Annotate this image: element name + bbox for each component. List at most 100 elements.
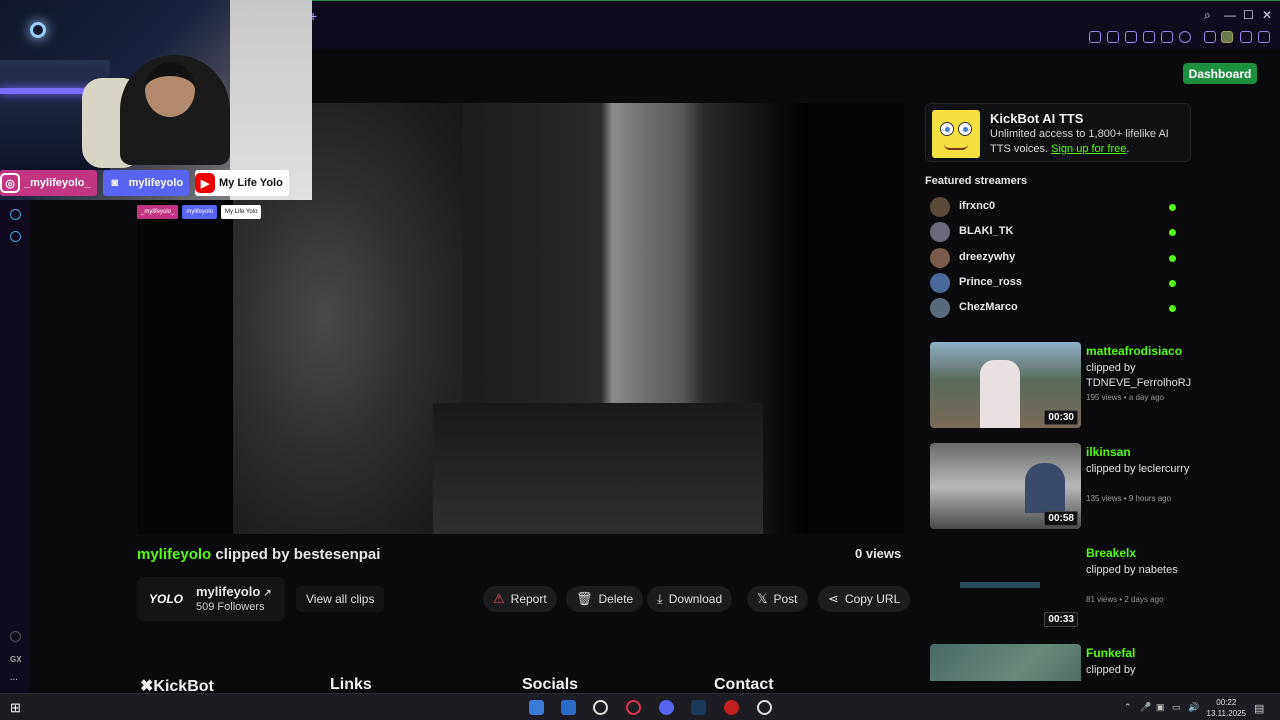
view-all-clips-button[interactable]: View all clips bbox=[296, 586, 385, 612]
extension-icon[interactable] bbox=[1143, 31, 1155, 43]
clip-thumbnail[interactable]: 00:33 bbox=[930, 544, 1081, 630]
ad-image-eye-left bbox=[940, 122, 954, 136]
clip-channel[interactable]: ilkinsan bbox=[1086, 445, 1131, 459]
post-button[interactable]: 𝕏 Post bbox=[747, 586, 808, 612]
recording-app-icon[interactable] bbox=[724, 700, 739, 715]
ad-image-mouth bbox=[944, 144, 968, 150]
video-floor bbox=[433, 403, 763, 534]
obs-icon[interactable] bbox=[757, 700, 772, 715]
youtube-channel: My Life Yolo bbox=[219, 177, 283, 189]
webcam-lamp bbox=[30, 22, 46, 38]
trash-icon: 🗑 bbox=[576, 591, 593, 606]
clip-card[interactable]: 00:58 ilkinsan clipped by leclercurry 13… bbox=[930, 443, 1190, 529]
clip-views: 0 views bbox=[855, 546, 902, 561]
download-icon[interactable] bbox=[1240, 31, 1252, 43]
featured-streamer-item[interactable]: Prince_ross bbox=[930, 273, 1176, 293]
channel-avatar: YOLO bbox=[149, 592, 184, 606]
delete-button[interactable]: 🗑 Delete bbox=[566, 586, 644, 612]
streamer-name: dreezywhy bbox=[959, 251, 1016, 263]
clip-meta: 81 views • 2 days ago bbox=[1086, 595, 1164, 604]
obs-icon[interactable] bbox=[593, 700, 608, 715]
featured-streamer-item[interactable]: dreezywhy bbox=[930, 248, 1176, 268]
network-icon[interactable]: ▭ bbox=[1172, 702, 1181, 713]
puzzle-icon[interactable] bbox=[1204, 31, 1216, 43]
instagram-icon: ◎ bbox=[0, 173, 20, 193]
clip-thumbnail[interactable]: 00:58 bbox=[930, 443, 1081, 529]
featured-streamer-item[interactable]: ChezMarco bbox=[930, 298, 1176, 318]
gx-label[interactable]: GX bbox=[10, 655, 22, 664]
camera-icon[interactable]: ▣ bbox=[1156, 702, 1165, 713]
thumbnail-chat-line bbox=[960, 582, 1040, 588]
avatar bbox=[930, 273, 950, 293]
copy-url-button[interactable]: ⋖ Copy URL bbox=[818, 586, 911, 612]
windows-start-icon[interactable]: ⊞ bbox=[10, 700, 21, 716]
discord-icon[interactable] bbox=[659, 700, 674, 715]
copy-url-label: Copy URL bbox=[844, 592, 901, 606]
settings-icon[interactable] bbox=[10, 231, 21, 242]
maximize-button[interactable]: ☐ bbox=[1243, 8, 1254, 22]
opera-gx-icon[interactable] bbox=[626, 700, 641, 715]
steam-icon[interactable] bbox=[691, 700, 706, 715]
clip-channel[interactable]: Funkefal bbox=[1086, 646, 1135, 660]
tts-ad-card[interactable]: KickBot AI TTS Unlimited access to 1,800… bbox=[925, 103, 1191, 162]
snapshot-icon[interactable] bbox=[1107, 31, 1119, 43]
clip-thumbnail[interactable] bbox=[930, 644, 1081, 681]
featured-streamer-item[interactable]: ifrxnc0 bbox=[930, 197, 1176, 217]
discord-icon: ◙ bbox=[104, 173, 125, 193]
volume-icon[interactable]: 🔊 bbox=[1188, 702, 1199, 713]
notification-icon[interactable]: ▤ bbox=[1254, 702, 1264, 715]
streamer-name: Prince_ross bbox=[959, 276, 1022, 288]
featured-streamer-item[interactable]: BLAKI_TK bbox=[930, 222, 1176, 242]
share-icon: ⋖ bbox=[828, 591, 839, 606]
ad-suffix: . bbox=[1126, 143, 1130, 155]
webcam-streamer-head bbox=[145, 62, 195, 117]
clip-thumbnail[interactable]: 00:30 bbox=[930, 342, 1081, 428]
stream-social-bar: ◎ _mylifeyolo_ ◙ mylifeyolo ▶ My Life Yo… bbox=[0, 170, 289, 196]
dashboard-button[interactable]: Dashboard bbox=[1183, 63, 1257, 84]
system-clock[interactable]: 00:22 13.11.2025 bbox=[1207, 697, 1246, 719]
clip-clipper: clipped by leclercurry bbox=[1086, 463, 1190, 475]
clip-channel[interactable]: Breakelx bbox=[1086, 546, 1136, 560]
signup-link[interactable]: Sign up for free bbox=[1051, 143, 1126, 155]
clip-clipper: clipped by TDNEVE_FerrolhoRJ bbox=[1086, 362, 1192, 389]
play-icon[interactable] bbox=[1161, 31, 1173, 43]
outlook-icon[interactable] bbox=[561, 700, 576, 715]
minimize-button[interactable]: — bbox=[1224, 8, 1236, 22]
avatar bbox=[930, 222, 950, 242]
shield-icon[interactable] bbox=[1125, 31, 1137, 43]
clip-channel-link[interactable]: mylifeyolo bbox=[137, 546, 211, 563]
clip-card[interactable]: 00:33 Breakelx clipped by nabetes 81 vie… bbox=[930, 544, 1190, 630]
live-indicator bbox=[1169, 280, 1176, 287]
menu-icon[interactable] bbox=[1258, 31, 1270, 43]
download-button[interactable]: ⤓ Download bbox=[647, 586, 733, 612]
report-button[interactable]: ⚠ Report bbox=[483, 586, 557, 612]
avatar bbox=[930, 197, 950, 217]
more-icon[interactable]: ··· bbox=[10, 675, 18, 684]
clock-date: 13.11.2025 bbox=[1206, 709, 1246, 718]
discord-tag: ◙ mylifeyolo bbox=[102, 170, 190, 196]
video-instagram-tag: _mylifeyolo_ bbox=[137, 205, 179, 219]
avatar bbox=[930, 298, 950, 318]
close-button[interactable]: ✕ bbox=[1262, 8, 1272, 22]
channel-name[interactable]: mylifeyolo ↗ bbox=[196, 584, 272, 599]
streamer-name: ifrxnc0 bbox=[959, 200, 996, 212]
clip-meta: 135 views • 9 hours ago bbox=[1086, 494, 1172, 503]
microphone-icon[interactable]: 🎤 bbox=[1140, 702, 1151, 713]
clip-meta: 195 views • a day ago bbox=[1086, 393, 1164, 402]
channel-name-text: mylifeyolo bbox=[196, 584, 261, 599]
video-frame bbox=[233, 103, 808, 534]
search-icon[interactable]: ⌕ bbox=[1204, 8, 1211, 23]
ad-image-eye-right bbox=[958, 122, 972, 136]
clock-time: 00:22 bbox=[1216, 698, 1237, 707]
twitch-icon[interactable] bbox=[10, 209, 21, 220]
clip-card[interactable]: Funkefal clipped by bbox=[930, 644, 1190, 681]
heart-icon[interactable] bbox=[1179, 31, 1191, 43]
tray-chevron-icon[interactable]: ⌃ bbox=[1124, 702, 1132, 713]
profile-avatar[interactable] bbox=[1221, 31, 1233, 43]
bookmark-icon[interactable] bbox=[1089, 31, 1101, 43]
taskbar-app-icon[interactable] bbox=[529, 700, 544, 715]
channel-card[interactable]: YOLO mylifeyolo ↗ 509 Followers bbox=[137, 577, 285, 621]
pin-icon[interactable] bbox=[10, 631, 21, 642]
clip-card[interactable]: 00:30 matteafrodisiaco clipped by TDNEVE… bbox=[930, 342, 1192, 428]
clip-channel[interactable]: matteafrodisiaco bbox=[1086, 344, 1182, 358]
